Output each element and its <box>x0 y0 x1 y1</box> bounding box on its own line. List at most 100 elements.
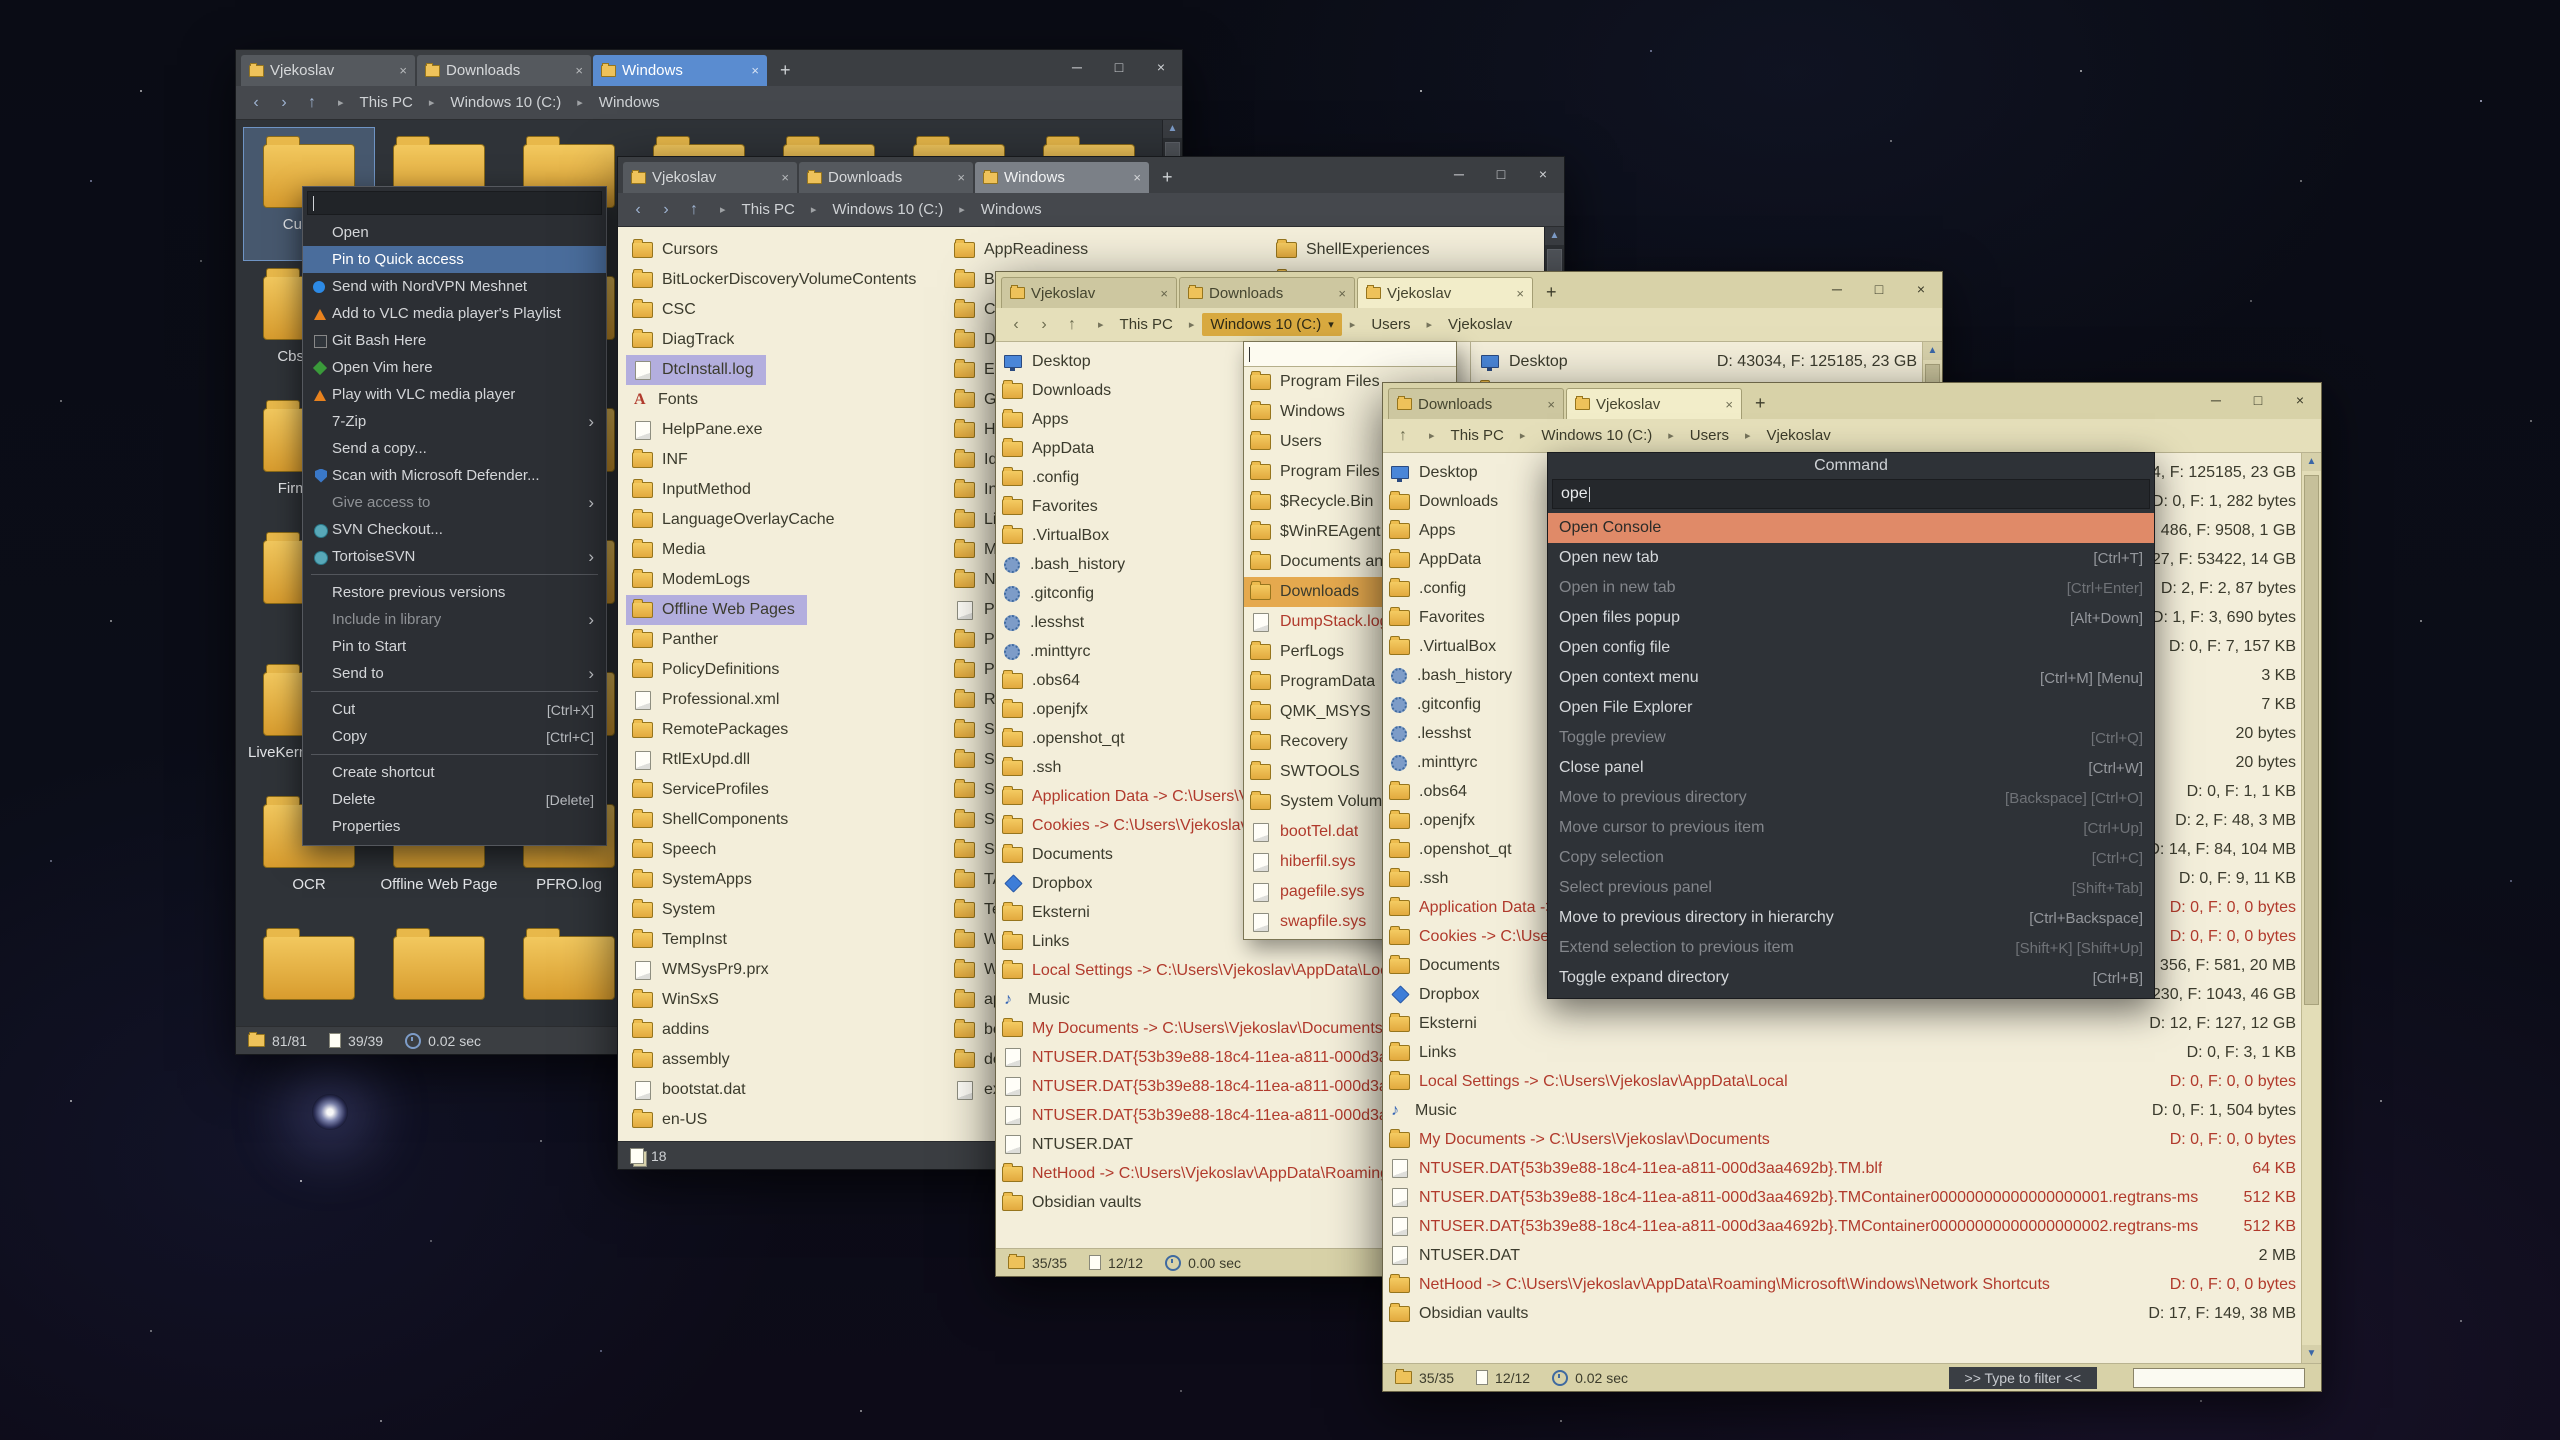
file-row[interactable]: TempInst <box>626 925 739 955</box>
menu-item[interactable]: Give access to <box>303 489 606 516</box>
menu-item[interactable]: Play with VLC media player <box>303 381 606 408</box>
file-row[interactable]: LanguageOverlayCache <box>626 505 847 535</box>
menu-item[interactable]: Restore previous versions <box>303 579 606 606</box>
menu-item[interactable]: Open Vim here <box>303 354 606 381</box>
status-filter-input[interactable] <box>2133 1368 2305 1388</box>
tab-close-icon[interactable]: × <box>575 63 583 78</box>
menu-item[interactable]: Include in library <box>303 606 606 633</box>
palette-item[interactable]: Toggle preview [Ctrl+Q] <box>1548 723 2154 753</box>
breadcrumb-segment[interactable]: ▸ Windows 10 (C:) <box>421 91 569 114</box>
menu-item[interactable]: Send to <box>303 660 606 687</box>
file-row[interactable]: RtlExUpd.dll <box>626 745 762 775</box>
menu-item[interactable]: Add to VLC media player's Playlist <box>303 300 606 327</box>
file-row[interactable]: Fonts <box>626 385 710 415</box>
file-row[interactable]: SystemApps <box>626 865 764 895</box>
tab-close-icon[interactable]: × <box>1516 286 1524 301</box>
up-icon[interactable]: ↑ <box>302 94 322 112</box>
palette-item[interactable]: Move to previous directory [Backspace] [… <box>1548 783 2154 813</box>
breadcrumb-segment[interactable]: ▸ This PC <box>330 91 421 114</box>
file-row[interactable]: InputMethod <box>626 475 763 505</box>
menu-item[interactable]: Create shortcut <box>303 759 606 786</box>
maximize-button[interactable]: □ <box>1858 272 1900 308</box>
file-row[interactable]: Professional.xml <box>626 685 791 715</box>
breadcrumb-segment[interactable]: ▸ Users▾ <box>1342 313 1419 336</box>
palette-item[interactable]: Open Console <box>1548 513 2154 543</box>
close-button[interactable]: × <box>1522 157 1564 193</box>
file-row[interactable]: INF <box>626 445 700 475</box>
tab[interactable]: Vjekoslav × <box>1357 277 1533 308</box>
maximize-button[interactable]: □ <box>1098 50 1140 86</box>
forward-icon[interactable]: › <box>656 201 676 219</box>
tab[interactable]: Downloads × <box>1179 277 1355 308</box>
menu-item[interactable]: 7-Zip <box>303 408 606 435</box>
palette-item[interactable]: Toggle expand directory [Ctrl+B] <box>1548 963 2154 993</box>
scroll-down-icon[interactable]: ▼ <box>2302 1345 2321 1363</box>
maximize-button[interactable]: □ <box>2237 383 2279 419</box>
tab[interactable]: Vjekoslav × <box>623 162 797 193</box>
menu-item[interactable]: Send a copy... <box>303 435 606 462</box>
palette-search-input[interactable]: ope <box>1552 479 2150 509</box>
breadcrumb-segment[interactable]: ▸ This PC▾ <box>1090 313 1181 336</box>
file-row[interactable]: ShellExperiences <box>1270 235 1442 265</box>
forward-icon[interactable]: › <box>1034 316 1054 334</box>
tab-close-icon[interactable]: × <box>1547 397 1555 412</box>
new-tab-button[interactable]: + <box>768 55 803 86</box>
breadcrumb-segment[interactable]: ▸ Windows <box>569 91 667 114</box>
tab-close-icon[interactable]: × <box>1133 170 1141 185</box>
file-row[interactable]: Obsidian vaults D: 17, F: 149, 38 MB <box>1383 1299 2302 1328</box>
file-row[interactable]: Eksterni D: 12, F: 127, 12 GB <box>1383 1009 2302 1038</box>
palette-item[interactable]: Open files popup [Alt+Down] <box>1548 603 2154 633</box>
file-row[interactable]: NTUSER.DAT{53b39e88-18c4-11ea-a811-000d3… <box>1383 1183 2302 1212</box>
file-row[interactable]: assembly <box>626 1045 742 1075</box>
scroll-up-icon[interactable]: ▲ <box>1545 227 1564 245</box>
tab-close-icon[interactable]: × <box>957 170 965 185</box>
breadcrumb-segment[interactable]: ▸ Windows 10 (C:) <box>803 198 951 221</box>
type-to-filter-indicator[interactable]: >> Type to filter << <box>1949 1367 2097 1389</box>
file-row[interactable]: DtcInstall.log <box>626 355 766 385</box>
file-row[interactable]: Desktop D: 43034, F: 125185, 23 GB <box>1471 347 1923 376</box>
new-tab-button[interactable]: + <box>1743 388 1778 419</box>
file-row[interactable]: bootstat.dat <box>626 1075 758 1105</box>
scroll-up-icon[interactable]: ▲ <box>1923 342 1942 360</box>
tab[interactable]: Downloads × <box>417 55 591 86</box>
tab-close-icon[interactable]: × <box>1160 286 1168 301</box>
back-icon[interactable]: ‹ <box>628 201 648 219</box>
menu-item[interactable]: Pin to Start <box>303 633 606 660</box>
palette-item[interactable]: Copy selection [Ctrl+C] <box>1548 843 2154 873</box>
tab[interactable]: Vjekoslav × <box>241 55 415 86</box>
new-tab-button[interactable]: + <box>1150 162 1185 193</box>
menu-item[interactable]: Delete [Delete] <box>303 786 606 813</box>
file-row[interactable]: NTUSER.DAT 2 MB <box>1383 1241 2302 1270</box>
breadcrumb-segment[interactable]: ▸ Vjekoslav▾ <box>1419 313 1521 336</box>
palette-item[interactable]: Extend selection to previous item [Shift… <box>1548 933 2154 963</box>
menu-item[interactable] <box>311 691 598 692</box>
file-row[interactable]: Media <box>626 535 718 565</box>
file-row[interactable]: NTUSER.DAT{53b39e88-18c4-11ea-a811-000d3… <box>1383 1154 2302 1183</box>
file-row[interactable]: Panther <box>626 625 730 655</box>
tab-close-icon[interactable]: × <box>1338 286 1346 301</box>
scroll-up-icon[interactable]: ▲ <box>1163 120 1182 138</box>
breadcrumb-segment[interactable]: ▸ This PC <box>712 198 803 221</box>
file-row[interactable]: My Documents -> C:\Users\Vjekoslav\Docum… <box>1383 1125 2302 1154</box>
menu-item[interactable]: Cut [Ctrl+X] <box>303 696 606 723</box>
breadcrumb-segment[interactable]: ▸ Windows <box>951 198 1049 221</box>
tab[interactable]: Downloads × <box>799 162 973 193</box>
file-row[interactable]: RemotePackages <box>626 715 800 745</box>
file-row[interactable]: WinSxS <box>626 985 731 1015</box>
file-row[interactable]: Music D: 0, F: 1, 504 bytes <box>1383 1096 2302 1125</box>
menu-item[interactable]: Send with NordVPN Meshnet <box>303 273 606 300</box>
breadcrumb-segment[interactable]: ▸ Windows 10 (C:) <box>1512 424 1660 447</box>
menu-item[interactable]: Properties <box>303 813 606 840</box>
back-icon[interactable]: ‹ <box>1006 316 1026 334</box>
file-row[interactable]: en-US <box>626 1105 719 1135</box>
close-button[interactable]: × <box>1140 50 1182 86</box>
file-row[interactable]: ServiceProfiles <box>626 775 781 805</box>
tab[interactable]: Vjekoslav × <box>1001 277 1177 308</box>
file-row[interactable]: NetHood -> C:\Users\Vjekoslav\AppData\Ro… <box>1383 1270 2302 1299</box>
tab-close-icon[interactable]: × <box>1725 397 1733 412</box>
tab[interactable]: Vjekoslav × <box>1566 388 1742 419</box>
scroll-up-icon[interactable]: ▲ <box>2302 453 2321 471</box>
tab-close-icon[interactable]: × <box>751 63 759 78</box>
forward-icon[interactable]: › <box>274 94 294 112</box>
menu-filter-input[interactable] <box>307 191 602 215</box>
